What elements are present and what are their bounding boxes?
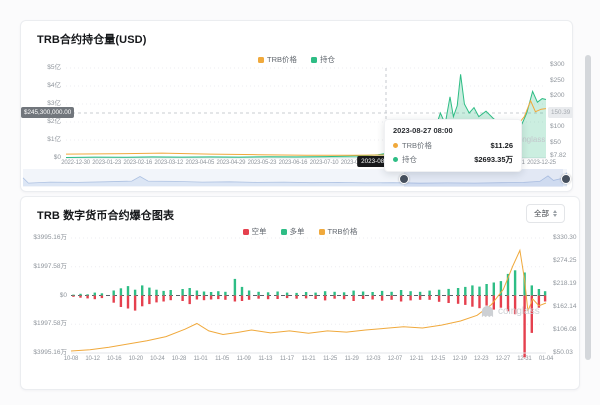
axis-tick-label: $162.14 <box>553 303 577 311</box>
open-interest-title: TRB合约持仓量(USD) <box>37 31 146 47</box>
legend-swatch-icon <box>243 229 249 235</box>
tooltip-title: 2023-08-27 08:00 <box>393 126 513 135</box>
select-arrows-icon <box>553 210 557 217</box>
axis-tick-label: $1997.58万 <box>21 263 67 271</box>
legend-swatch-icon <box>311 57 317 63</box>
axis-tick-label: $0 <box>21 154 61 162</box>
legend-item[interactable]: 空单 <box>243 226 267 237</box>
axis-tick-label: $4亿 <box>21 82 61 90</box>
legend-item[interactable]: 多单 <box>281 226 305 237</box>
scrollbar[interactable] <box>585 55 591 360</box>
axis-tick-label: $106.08 <box>553 326 577 334</box>
axis-tick-label: $218.19 <box>553 280 577 288</box>
axis-tick-label: $1997.58万 <box>21 320 67 328</box>
price-dot-icon <box>393 143 398 148</box>
crosshair-y-right-label: 150.39 <box>548 107 573 118</box>
liquidation-card: TRB 数字货币合约爆仓图表 全部 空单 多单 TRB价格 $3995.16万 $19… <box>20 196 580 390</box>
axis-tick-label: 2023-04-05 <box>185 159 214 167</box>
legend-swatch-icon <box>258 57 264 63</box>
legend-swatch-icon <box>319 229 325 235</box>
axis-tick-label: $274.25 <box>553 257 577 265</box>
axis-tick-label: 2023-06-16 <box>279 159 308 167</box>
axis-tick-label: $0 <box>21 292 67 300</box>
axis-tick-label: $3995.16万 <box>21 349 67 357</box>
axis-tick-label: 2023-02-16 <box>123 159 152 167</box>
axis-tick-label: 2023-03-12 <box>154 159 183 167</box>
open-interest-card: TRB合约持仓量(USD) TRB价格持仓 $5亿$4亿$3亿$2亿$1亿$0 … <box>20 20 573 192</box>
crosshair-y-left-label: $245,300,000.00 <box>21 107 74 118</box>
axis-tick-label: $5亿 <box>21 64 61 72</box>
axis-tick-label: 2022-12-30 <box>61 159 90 167</box>
legend-item[interactable]: TRB价格 <box>319 226 358 237</box>
axis-tick-label: $50 <box>550 139 561 147</box>
axis-tick-label: 2023-12-25 <box>527 159 556 167</box>
axis-tick-label: $200 <box>550 92 564 100</box>
legend-item[interactable]: 持仓 <box>311 54 335 65</box>
legend-item[interactable]: TRB价格 <box>258 54 297 65</box>
axis-tick-label: 2023-01-23 <box>92 159 121 167</box>
navigator-handle-left[interactable] <box>399 174 409 184</box>
oi-dot-icon <box>393 157 398 162</box>
liquidation-legend: 空单 多单 TRB价格 <box>21 226 579 237</box>
axis-tick-label: $250 <box>550 77 564 85</box>
axis-tick-label: $2亿 <box>21 118 61 126</box>
liquidation-svg <box>71 238 546 362</box>
axis-tick-label: 2023-04-29 <box>217 159 246 167</box>
axis-tick-label: $7.82 <box>550 152 566 160</box>
axis-tick-label: $1亿 <box>21 136 61 144</box>
tooltip-row-price: TRB价格 $11.26 <box>393 140 513 151</box>
axis-tick-label: $50.03 <box>553 349 573 357</box>
liquidation-title: TRB 数字货币合约爆仓图表 <box>37 207 174 223</box>
open-interest-legend: TRB价格 持仓 <box>21 54 572 65</box>
chart-tooltip: 2023-08-27 08:00 TRB价格 $11.26 持仓 $2693.3… <box>384 119 522 172</box>
navigator-handle-right[interactable] <box>561 174 571 184</box>
legend-swatch-icon <box>281 229 287 235</box>
range-select[interactable]: 全部 <box>526 204 565 223</box>
axis-tick-label: 2023-07-10 <box>310 159 339 167</box>
axis-tick-label: 2023-05-23 <box>248 159 277 167</box>
liquidation-chart[interactable] <box>71 238 546 362</box>
tooltip-row-oi: 持仓 $2693.35万 <box>393 154 513 165</box>
axis-tick-label: $100 <box>550 123 564 131</box>
